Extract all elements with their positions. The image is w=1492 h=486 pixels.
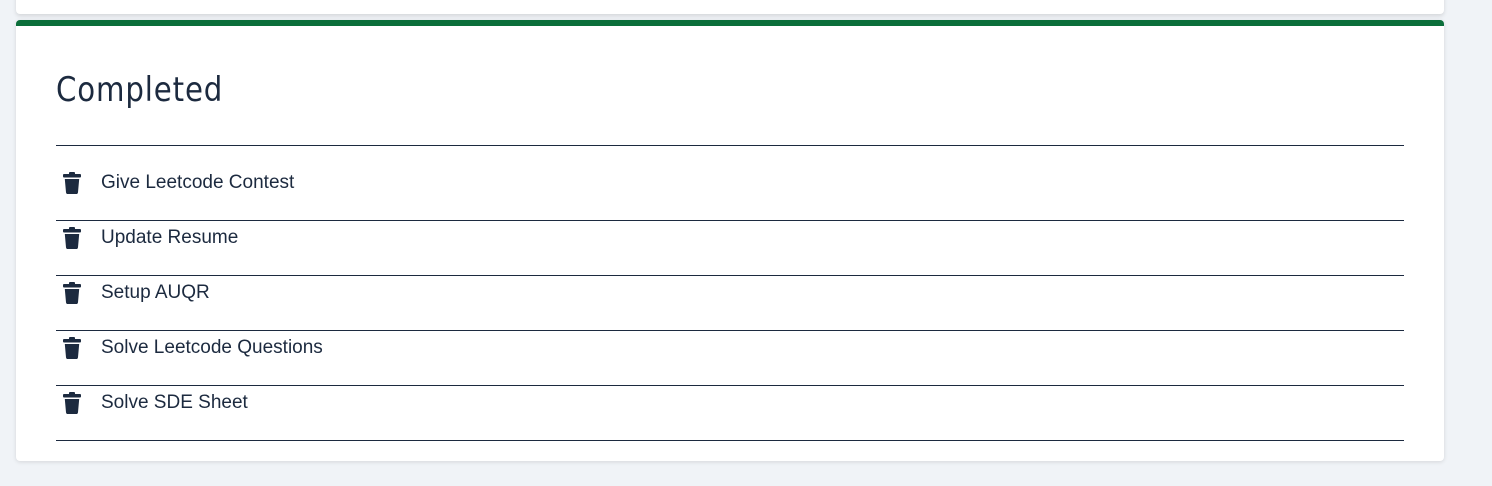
trash-icon[interactable] [63,282,81,304]
trash-icon[interactable] [63,392,81,414]
task-item: Give Leetcode Contest [56,146,1404,221]
task-label: Solve Leetcode Questions [101,337,323,358]
task-item: Solve Leetcode Questions [56,331,1404,386]
completed-title: Completed [56,70,224,110]
task-label: Update Resume [101,227,239,248]
previous-card [16,0,1444,14]
completed-task-list: Give Leetcode Contest Update Resume Setu… [56,145,1404,441]
task-item: Update Resume [56,221,1404,276]
task-item: Solve SDE Sheet [56,386,1404,441]
task-item: Setup AUQR [56,276,1404,331]
task-label: Give Leetcode Contest [101,172,295,193]
task-label: Solve SDE Sheet [101,392,248,413]
trash-icon[interactable] [63,227,81,249]
task-label: Setup AUQR [101,282,210,303]
trash-icon[interactable] [63,172,81,194]
trash-icon[interactable] [63,337,81,359]
completed-card: Completed Give Leetcode Contest Update R… [16,20,1444,461]
